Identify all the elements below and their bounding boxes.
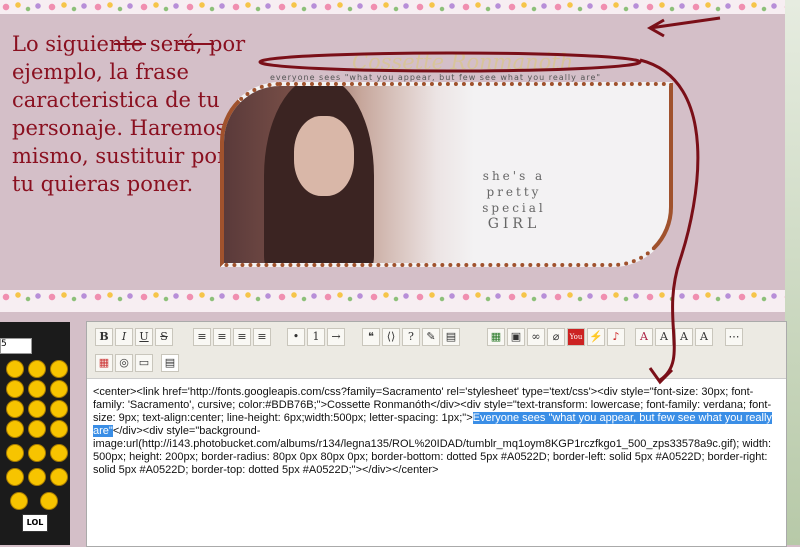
annotation-overlay (114, 16, 721, 385)
circle-mark (258, 51, 642, 73)
arrow-line (639, 58, 700, 382)
